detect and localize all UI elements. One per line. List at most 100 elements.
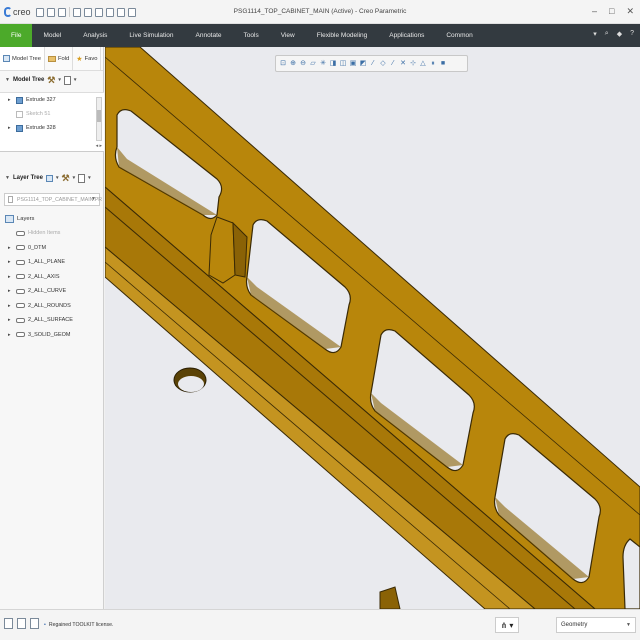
dropdown-icon[interactable]: ▾	[73, 175, 76, 181]
new-file-icon[interactable]	[36, 7, 44, 17]
chevron-down-icon: ▾	[509, 620, 514, 630]
redo-icon[interactable]	[84, 7, 92, 17]
saved-views-icon[interactable]: ▣	[349, 59, 357, 69]
tree-item[interactable]: ▸ Extrude 328	[0, 121, 104, 135]
layer-item[interactable]: Hidden Items	[0, 226, 104, 241]
collapse-icon[interactable]: ▼	[5, 175, 10, 181]
bullet-icon: •	[44, 622, 46, 628]
ribbon-collapse-icon[interactable]: ▾	[593, 30, 597, 38]
close-window-icon[interactable]	[117, 7, 125, 17]
dropdown-icon[interactable]: ▾	[58, 77, 61, 83]
zoom-in-icon[interactable]: ⊕	[289, 59, 297, 69]
repaint-icon[interactable]: ▱	[309, 59, 317, 69]
pause-icon[interactable]: ⏸	[429, 59, 437, 69]
window-cutout	[622, 538, 640, 609]
expand-icon[interactable]: ▸	[8, 288, 13, 294]
expand-icon[interactable]: ▸	[8, 274, 13, 280]
csys-display-icon[interactable]: ⊹	[409, 59, 417, 69]
tab-favorites[interactable]: ★ Favo	[73, 47, 102, 70]
show-icon[interactable]	[63, 75, 71, 85]
windows-icon[interactable]	[106, 7, 114, 17]
view-manager-icon[interactable]: ◫	[339, 59, 347, 69]
regenerate-icon[interactable]	[95, 7, 103, 17]
tab-analysis[interactable]: Analysis	[72, 24, 118, 47]
tab-flexible-modeling[interactable]: Flexible Modeling	[306, 24, 379, 47]
layer-item[interactable]: ▸ 2_ALL_ROUNDS	[0, 299, 104, 314]
layer-item[interactable]: ▸ 2_ALL_AXIS	[0, 270, 104, 285]
display-style-icon[interactable]: ◨	[329, 59, 337, 69]
datum-display-icon[interactable]: ◩	[359, 59, 367, 69]
refit-icon[interactable]: ⊡	[279, 59, 287, 69]
tab-model-tree[interactable]: Model Tree	[0, 47, 45, 70]
graphics-viewport[interactable]	[105, 47, 640, 609]
horizontal-scroll-arrows[interactable]: ◂ ▸	[96, 143, 102, 149]
active-model-combo[interactable]: PSG1114_TOP_CABINET_MAIN.PR ▼	[4, 193, 102, 206]
customize-qat-icon[interactable]	[128, 7, 136, 17]
cad-model[interactable]	[105, 47, 640, 609]
layers-icon[interactable]	[45, 174, 53, 182]
open-file-icon[interactable]	[47, 7, 55, 17]
expand-icon[interactable]: ▸	[8, 245, 13, 251]
tab-applications[interactable]: Applications	[378, 24, 435, 47]
spin-center-icon[interactable]: ✳	[319, 59, 327, 69]
tab-annotate[interactable]: Annotate	[185, 24, 233, 47]
chevron-down-icon[interactable]: ▼	[91, 196, 96, 202]
expand-icon[interactable]: ▸	[8, 317, 13, 323]
zoom-out-icon[interactable]: ⊖	[299, 59, 307, 69]
undo-icon[interactable]	[73, 7, 81, 17]
settings-icon[interactable]: ⚒	[62, 173, 70, 184]
axis-display-icon[interactable]: ⁄	[389, 59, 397, 69]
save-icon[interactable]	[58, 7, 66, 17]
point-display-icon[interactable]: ✕	[399, 59, 407, 69]
tab-live-simulation[interactable]: Live Simulation	[118, 24, 184, 47]
expand-icon[interactable]: ▸	[8, 97, 13, 103]
tree-item[interactable]: Sketch 51	[0, 107, 104, 121]
stop-icon[interactable]: ■	[439, 59, 447, 69]
settings-icon[interactable]: ⚒	[47, 75, 55, 86]
toggle-browser-icon[interactable]	[17, 618, 26, 629]
tab-tools[interactable]: Tools	[233, 24, 270, 47]
tree-item[interactable]: ▸ Extrude 327	[0, 93, 104, 107]
layer-item[interactable]: ▸ 2_ALL_CURVE	[0, 284, 104, 299]
layer-item[interactable]: ▸ 0_DTM	[0, 241, 104, 256]
layer-item[interactable]: ▸ 2_ALL_SURFACE	[0, 313, 104, 328]
minimize-button[interactable]: –	[592, 6, 597, 17]
expand-icon[interactable]: ▸	[8, 332, 13, 338]
close-button[interactable]: ✕	[626, 6, 634, 17]
tab-model[interactable]: Model	[32, 24, 72, 47]
tab-folder-browser[interactable]: Fold	[45, 47, 74, 70]
toggle-navigator-icon[interactable]	[4, 618, 13, 629]
chevron-down-icon[interactable]: ▼	[626, 622, 631, 628]
expand-icon[interactable]: ▸	[8, 125, 13, 131]
status-bar: • Regained TOOLKIT license. ⋔ ▾ Geometry…	[0, 609, 640, 640]
layer-item[interactable]: ▸ 3_SOLID_GEOM	[0, 328, 104, 343]
dropdown-icon[interactable]: ▾	[74, 77, 77, 83]
help-icon[interactable]: ?	[630, 30, 634, 38]
window-controls: – □ ✕	[592, 6, 634, 17]
appearance-icon[interactable]: △	[419, 59, 427, 69]
maximize-button[interactable]: □	[609, 6, 614, 17]
tab-view[interactable]: View	[270, 24, 306, 47]
expand-icon[interactable]: ▸	[8, 303, 13, 309]
community-icon[interactable]: ◆	[617, 30, 622, 38]
annotation-display-icon[interactable]: ⁄	[369, 59, 377, 69]
search-icon[interactable]: ⌕	[605, 30, 609, 38]
selection-filter-select[interactable]: Geometry ▼	[556, 617, 636, 633]
selection-filter-button[interactable]: ⋔ ▾	[495, 617, 519, 633]
show-icon[interactable]	[78, 173, 86, 183]
vertical-scrollbar[interactable]	[96, 97, 102, 141]
tab-file[interactable]: File	[0, 24, 33, 47]
collapse-icon[interactable]: ▼	[5, 77, 10, 83]
scroll-thumb[interactable]	[97, 110, 101, 122]
layers-root[interactable]: Layers	[0, 212, 104, 226]
dropdown-icon[interactable]: ▾	[88, 175, 91, 181]
full-screen-icon[interactable]	[30, 618, 39, 629]
tab-common[interactable]: Common	[435, 24, 483, 47]
quick-access-toolbar	[36, 7, 136, 17]
layer-label: 2_ALL_ROUNDS	[28, 302, 71, 309]
dropdown-icon[interactable]: ▾	[56, 175, 59, 181]
graphics-toolbar: ⊡ ⊕ ⊖ ▱ ✳ ◨ ◫ ▣ ◩ ⁄ ◇ ⁄ ✕ ⊹ △ ⏸ ■	[275, 55, 468, 72]
expand-icon[interactable]: ▸	[8, 259, 13, 265]
layer-item[interactable]: ▸ 1_ALL_PLANE	[0, 255, 104, 270]
plane-display-icon[interactable]: ◇	[379, 59, 387, 69]
